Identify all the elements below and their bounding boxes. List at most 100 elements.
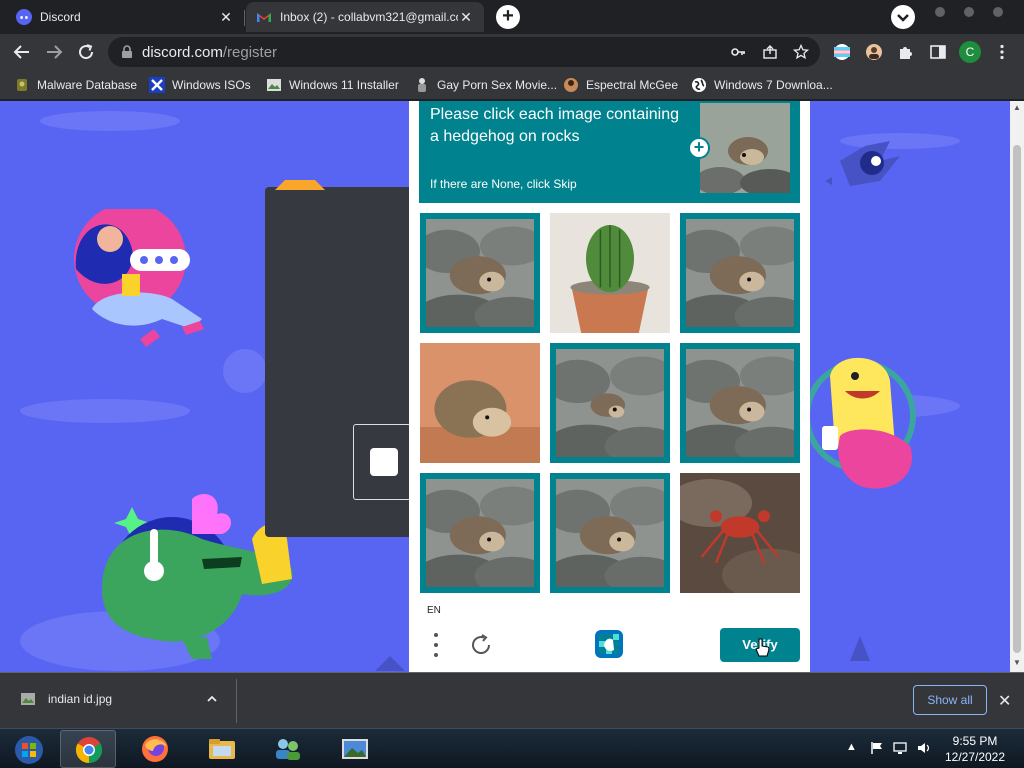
refresh-icon[interactable] <box>469 633 493 657</box>
bookmark-label: Windows 7 Downloa... <box>714 78 833 92</box>
close-icon[interactable]: ✕ <box>218 9 234 25</box>
gift-decoration <box>275 180 325 190</box>
image-file-icon <box>267 79 281 91</box>
bat-illustration <box>825 141 900 186</box>
captcha-tile[interactable] <box>680 213 800 333</box>
reload-button[interactable] <box>74 40 98 64</box>
show-hidden-icons[interactable]: ▲ <box>846 741 860 755</box>
bookmark-label: Windows ISOs <box>172 78 251 92</box>
download-file-name: indian id.jpg <box>48 692 113 706</box>
captcha-tile[interactable] <box>550 473 670 593</box>
captcha-tile[interactable] <box>420 473 540 593</box>
captcha-tile[interactable] <box>420 213 540 333</box>
flag-icon[interactable] <box>870 741 884 755</box>
close-icon[interactable]: ✕ <box>998 691 1011 711</box>
page-scrollbar[interactable]: ▲ ▼ <box>1010 101 1024 672</box>
new-tab-button[interactable]: + <box>496 5 520 29</box>
arrow-right-icon <box>47 45 63 59</box>
taskbar-file-explorer[interactable] <box>193 730 249 768</box>
close-icon[interactable]: ✕ <box>458 9 474 25</box>
bookmark-label: Windows 11 Installer <box>289 78 399 92</box>
download-divider <box>236 679 237 723</box>
expand-example-button[interactable]: + <box>688 137 710 159</box>
globe-icon <box>692 78 706 92</box>
captcha-tile[interactable] <box>680 473 800 593</box>
taskbar-firefox[interactable] <box>127 730 183 768</box>
captcha-checkbox-frame <box>353 424 411 500</box>
captcha-tile[interactable] <box>680 343 800 463</box>
malware-icon <box>17 79 27 91</box>
captcha-tile-image <box>680 473 800 593</box>
captcha-tile[interactable] <box>550 213 670 333</box>
start-button[interactable] <box>0 730 56 768</box>
close-window-button[interactable] <box>993 7 1003 17</box>
firefox-icon <box>142 736 168 762</box>
scroll-thumb[interactable] <box>1013 145 1021 653</box>
show-all-button[interactable]: Show all <box>913 685 987 715</box>
system-clock[interactable]: 9:55 PM 12/27/2022 <box>930 733 1020 765</box>
star-icon[interactable] <box>793 44 809 60</box>
girl-illustration <box>74 209 204 347</box>
minimize-button[interactable] <box>935 7 945 17</box>
captcha-tile[interactable] <box>420 343 540 463</box>
bookmarks-bar: Malware Database Windows ISOs Windows 11… <box>0 70 1024 100</box>
more-vertical-icon[interactable] <box>993 43 1011 61</box>
figure-icon <box>418 78 426 92</box>
avatar-extension-icon[interactable] <box>865 43 883 61</box>
more-vertical-icon[interactable] <box>431 631 441 659</box>
bookmark-espectral-mcgee[interactable]: Espectral McGee <box>563 76 678 94</box>
tab-search-button[interactable] <box>891 5 915 29</box>
captcha-tile-image <box>420 343 540 463</box>
address-bar[interactable]: discord.com/register <box>108 37 820 67</box>
captcha-checkbox[interactable] <box>370 448 398 476</box>
image-file-icon <box>21 693 35 705</box>
language-selector[interactable]: EN <box>427 605 441 616</box>
captcha-tile-image <box>556 479 664 587</box>
x-logo-icon <box>149 77 165 93</box>
bookmark-malware-database[interactable]: Malware Database <box>14 76 137 94</box>
bookmark-gay-porn-sex-movie[interactable]: Gay Porn Sex Movie... <box>414 76 557 94</box>
back-button[interactable] <box>10 40 34 64</box>
tab-discord[interactable]: Discord ✕ <box>6 2 244 32</box>
profile-avatar[interactable]: C <box>959 41 981 63</box>
prompt-title: Please click each image containing a hed… <box>430 106 680 145</box>
arrow-left-icon <box>13 45 29 59</box>
chrome-icon <box>75 737 103 764</box>
clock-time: 9:55 PM <box>952 734 998 748</box>
prompt-subtitle: If there are None, click Skip <box>430 177 577 191</box>
taskbar-chrome[interactable] <box>60 730 116 768</box>
maximize-button[interactable] <box>964 7 974 17</box>
tab-divider <box>244 10 245 26</box>
clock-date: 12/27/2022 <box>944 750 1006 764</box>
taskbar-network[interactable] <box>259 730 315 768</box>
forward-button[interactable] <box>42 40 66 64</box>
downloads-bar: indian id.jpg Show all ✕ <box>0 672 1024 728</box>
hcaptcha-logo-icon <box>595 630 623 658</box>
browser-toolbar: discord.com/register C <box>0 34 1024 70</box>
users-icon <box>276 739 300 760</box>
scroll-down-arrow[interactable]: ▼ <box>1013 659 1021 667</box>
captcha-tile-image <box>686 219 794 327</box>
tab-gmail[interactable]: Inbox (2) - collabvm321@gmail.com ✕ <box>246 2 484 32</box>
key-icon[interactable] <box>730 44 746 60</box>
chevron-up-icon[interactable] <box>206 693 218 707</box>
captcha-tile[interactable] <box>550 343 670 463</box>
download-item[interactable]: indian id.jpg <box>20 691 112 707</box>
puzzle-icon[interactable] <box>897 43 915 61</box>
network-icon[interactable] <box>893 741 907 755</box>
volume-icon[interactable] <box>917 741 931 755</box>
scroll-up-arrow[interactable]: ▲ <box>1013 104 1021 112</box>
reload-icon <box>79 44 94 60</box>
bookmark-windows-7-download[interactable]: Windows 7 Downloa... <box>691 76 833 94</box>
photo-viewer-icon <box>342 739 368 759</box>
share-icon[interactable] <box>762 44 778 60</box>
captcha-tile-image <box>686 349 794 457</box>
bookmark-windows-11-installer[interactable]: Windows 11 Installer <box>266 76 399 94</box>
windows-start-icon <box>15 736 43 764</box>
taskbar-photo-viewer[interactable] <box>326 730 382 768</box>
folder-icon <box>209 739 235 759</box>
flag-extension-icon[interactable] <box>833 43 851 61</box>
bookmark-label: Malware Database <box>37 78 138 92</box>
bookmark-windows-isos[interactable]: Windows ISOs <box>149 76 251 94</box>
side-panel-icon[interactable] <box>929 43 947 61</box>
